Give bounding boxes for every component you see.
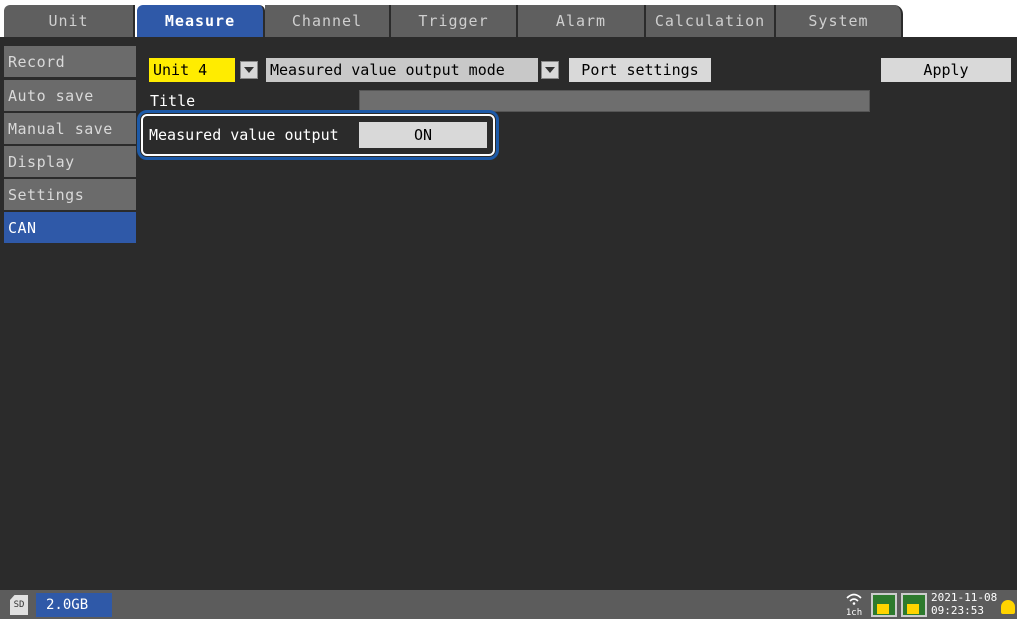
screen: Unit Measure Channel Trigger Alarm Calcu…: [0, 0, 1017, 619]
tab-trigger[interactable]: Trigger: [391, 5, 518, 37]
apply-button[interactable]: Apply: [881, 58, 1011, 82]
unit-dropdown-button[interactable]: [240, 61, 258, 79]
tab-system[interactable]: System: [776, 5, 903, 37]
sidebar-item-can[interactable]: CAN: [4, 212, 136, 243]
tab-alarm[interactable]: Alarm: [518, 5, 646, 37]
tab-bar-spacer: [903, 5, 1013, 37]
storage-remaining: 2.0GB: [36, 593, 112, 617]
port-settings-button[interactable]: Port settings: [569, 58, 711, 82]
sidebar-item-display[interactable]: Display: [4, 146, 136, 177]
alarm-bell-icon: [1001, 600, 1015, 614]
tab-unit[interactable]: Unit: [4, 5, 135, 37]
signal-arcs-icon: [846, 593, 862, 605]
tab-bar: Unit Measure Channel Trigger Alarm Calcu…: [0, 0, 1017, 37]
measured-value-output-label: Measured value output: [149, 126, 339, 144]
sidebar-item-auto-save[interactable]: Auto save: [4, 80, 136, 111]
title-input[interactable]: [359, 90, 870, 112]
plug-icon: [871, 593, 897, 617]
tab-measure[interactable]: Measure: [137, 5, 265, 37]
mode-dropdown-button[interactable]: [541, 61, 559, 79]
status-bar: SD 2.0GB 1ch: [0, 590, 1017, 619]
mode-select[interactable]: Measured value output mode: [266, 58, 538, 82]
time-text: 09:23:53: [931, 604, 984, 617]
chevron-down-icon: [244, 67, 254, 73]
tab-calculation[interactable]: Calculation: [646, 5, 776, 37]
sidebar-item-settings[interactable]: Settings: [4, 179, 136, 210]
sidebar-item-manual-save[interactable]: Manual save: [4, 113, 136, 144]
sidebar-item-record[interactable]: Record: [4, 46, 136, 77]
clock: 2021-11-08 09:23:53: [931, 591, 997, 617]
unit-select[interactable]: Unit 4: [149, 58, 235, 82]
wireless-icon: 1ch: [842, 593, 866, 618]
tab-channel[interactable]: Channel: [265, 5, 391, 37]
chevron-down-icon: [545, 67, 555, 73]
measured-value-output-toggle[interactable]: ON: [359, 122, 487, 148]
date-text: 2021-11-08: [931, 591, 998, 604]
plug-icon: [901, 593, 927, 617]
sd-card-icon: SD: [10, 595, 28, 615]
channel-label: 1ch: [845, 608, 863, 618]
